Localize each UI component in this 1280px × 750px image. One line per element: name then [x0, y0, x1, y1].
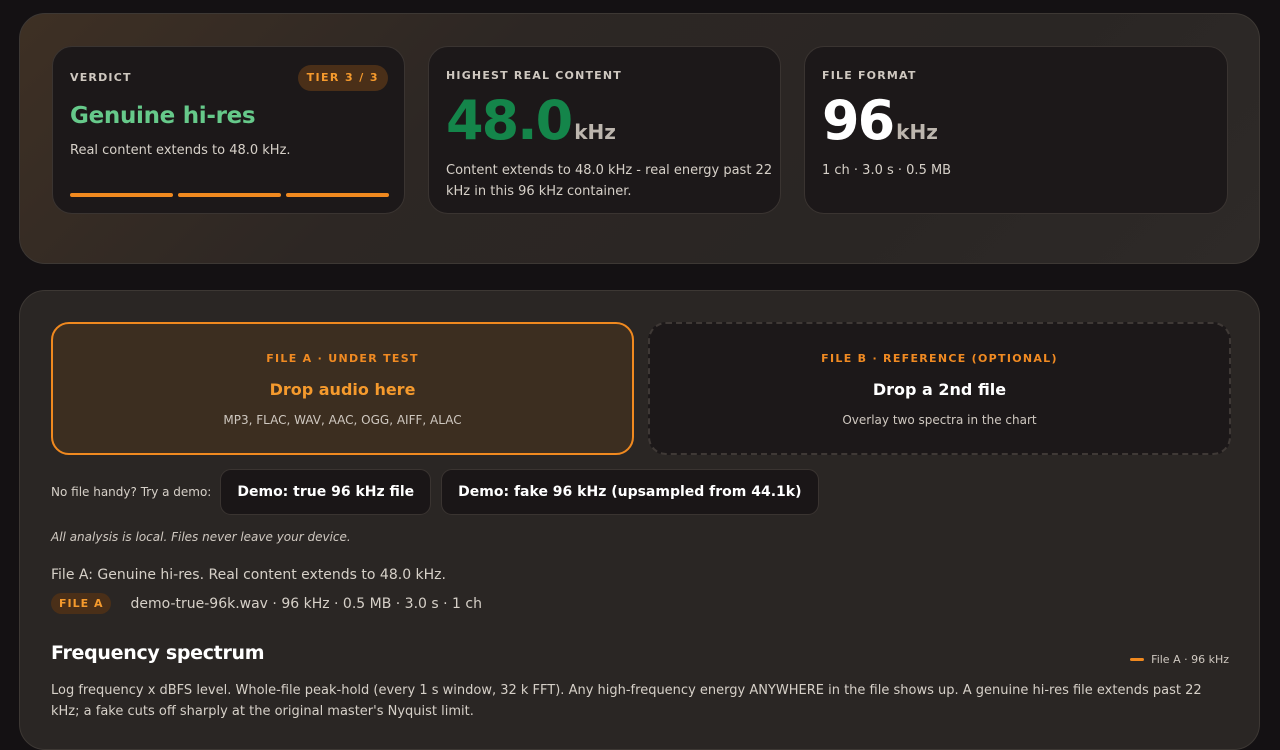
- file-format-value: 96 kHz: [822, 89, 938, 152]
- dropzone-b-label: FILE B · REFERENCE (OPTIONAL): [821, 352, 1058, 365]
- real-content-number: 48.0: [446, 89, 573, 152]
- demo-prompt: No file handy? Try a demo:: [51, 485, 212, 499]
- summary-panel: VERDICT TIER 3 / 3 Genuine hi-res Real c…: [19, 13, 1260, 264]
- tier-badge: TIER 3 / 3: [297, 65, 388, 91]
- real-content-value: 48.0 kHz: [446, 89, 616, 152]
- real-content-card: HIGHEST REAL CONTENT 48.0 kHz Content ex…: [428, 46, 781, 214]
- verdict-title: Genuine hi-res: [70, 103, 256, 129]
- real-content-label: HIGHEST REAL CONTENT: [446, 69, 622, 82]
- dropzone-a-label: FILE A · UNDER TEST: [266, 352, 419, 365]
- dropzone-b-title: Drop a 2nd file: [872, 380, 1007, 399]
- dropzone-a-title: Drop audio here: [269, 380, 416, 399]
- spectrum-description: Log frequency x dBFS level. Whole-file p…: [51, 683, 1202, 719]
- verdict-description: Real content extends to 48.0 kHz.: [70, 143, 291, 158]
- dropzone-file-a[interactable]: FILE A · UNDER TEST Drop audio here MP3,…: [51, 322, 634, 455]
- verdict-label: VERDICT: [70, 71, 132, 84]
- dropzone-file-b[interactable]: FILE B · REFERENCE (OPTIONAL) Drop a 2nd…: [648, 322, 1231, 455]
- spectrum-legend: File A · 96 kHz: [1130, 653, 1229, 666]
- tier-bar: [70, 193, 173, 197]
- legend-swatch: [1130, 658, 1145, 661]
- real-content-unit: kHz: [574, 120, 616, 144]
- tier-meter: [70, 193, 389, 197]
- file-format-details: 1 ch · 3.0 s · 0.5 MB: [822, 163, 952, 178]
- analysis-panel: FILE A · UNDER TEST Drop audio here MP3,…: [19, 290, 1260, 750]
- demo-row: No file handy? Try a demo: Demo: true 96…: [51, 469, 829, 515]
- dropzone-b-subtitle: Overlay two spectra in the chart: [842, 413, 1037, 427]
- file-format-unit: kHz: [896, 120, 938, 144]
- file-format-label: FILE FORMAT: [822, 69, 917, 82]
- tier-bar: [178, 193, 281, 197]
- verdict-card: VERDICT TIER 3 / 3 Genuine hi-res Real c…: [52, 46, 405, 214]
- result-summary: File A: Genuine hi-res. Real content ext…: [51, 567, 446, 583]
- file-a-badge: FILE A: [51, 593, 112, 614]
- file-format-card: FILE FORMAT 96 kHz 1 ch · 3.0 s · 0.5 MB: [804, 46, 1228, 214]
- file-format-number: 96: [822, 89, 895, 152]
- privacy-note: All analysis is local. Files never leave…: [51, 530, 351, 544]
- dropzone-a-formats: MP3, FLAC, WAV, AAC, OGG, AIFF, ALAC: [223, 413, 462, 427]
- demo-true-button[interactable]: Demo: true 96 kHz file: [220, 469, 432, 515]
- real-content-description: Content extends to 48.0 kHz - real energ…: [446, 163, 773, 199]
- tier-bar: [286, 193, 389, 197]
- legend-label: File A · 96 kHz: [1151, 653, 1229, 666]
- file-a-row: FILE A demo-true-96k.wav · 96 kHz · 0.5 …: [51, 593, 482, 614]
- spectrum-title: Frequency spectrum: [51, 642, 265, 664]
- demo-fake-button[interactable]: Demo: fake 96 kHz (upsampled from 44.1k): [441, 469, 819, 515]
- file-a-meta: demo-true-96k.wav · 96 kHz · 0.5 MB · 3.…: [130, 595, 482, 612]
